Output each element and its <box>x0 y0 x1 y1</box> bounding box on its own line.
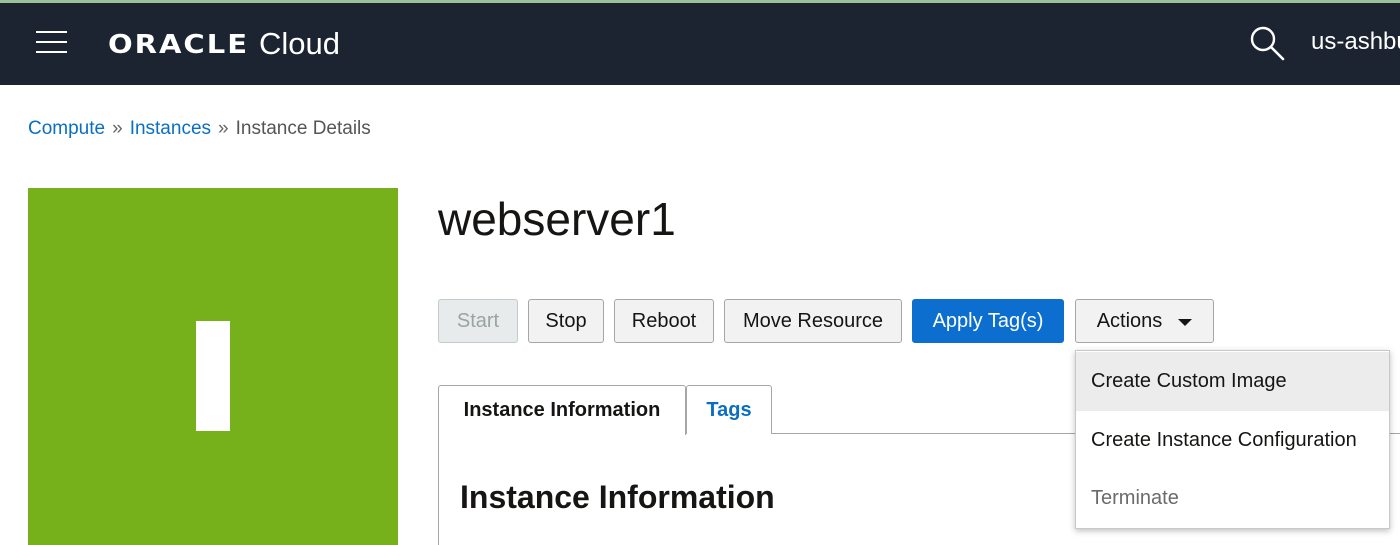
topbar-accent-line <box>0 0 1400 3</box>
section-title: Instance Information <box>460 479 775 515</box>
menu-item-create-instance-configuration[interactable]: Create Instance Configuration <box>1076 411 1389 470</box>
breadcrumb-separator: » <box>218 118 229 139</box>
tab-tags[interactable]: Tags <box>686 385 772 434</box>
actions-dropdown-button[interactable]: Actions <box>1075 299 1214 343</box>
logo-product: Cloud <box>259 26 340 61</box>
breadcrumb-instances[interactable]: Instances <box>130 118 211 139</box>
instance-avatar <box>28 188 398 545</box>
breadcrumb-separator: » <box>112 118 123 139</box>
region-selector[interactable]: us-ashbu <box>1311 28 1400 56</box>
menu-item-terminate[interactable]: Terminate <box>1076 469 1389 528</box>
avatar-letter-i <box>196 321 230 431</box>
breadcrumb-compute[interactable]: Compute <box>28 118 105 139</box>
stop-button[interactable]: Stop <box>528 299 604 343</box>
oracle-cloud-logo[interactable]: ORACLE Cloud <box>108 24 340 64</box>
breadcrumb-current: Instance Details <box>235 118 371 139</box>
tab-instance-information[interactable]: Instance Information <box>438 385 686 435</box>
actions-button-label: Actions <box>1096 309 1163 332</box>
content-panel-border <box>438 433 439 545</box>
breadcrumb: Compute » Instances » Instance Details <box>28 118 371 140</box>
move-resource-button[interactable]: Move Resource <box>724 299 902 343</box>
hamburger-menu-icon[interactable] <box>36 31 68 55</box>
caret-down-icon <box>1178 319 1193 326</box>
actions-dropdown-menu: Create Custom Image Create Instance Conf… <box>1075 350 1390 529</box>
menu-item-create-custom-image[interactable]: Create Custom Image <box>1076 352 1389 411</box>
reboot-button[interactable]: Reboot <box>614 299 714 343</box>
top-navigation-bar: ORACLE Cloud us-ashbu <box>0 0 1400 85</box>
search-icon[interactable] <box>1249 25 1285 61</box>
logo-brand: ORACLE <box>108 29 249 59</box>
apply-tags-button[interactable]: Apply Tag(s) <box>912 299 1064 343</box>
page-title: webserver1 <box>438 193 676 245</box>
start-button[interactable]: Start <box>438 299 518 343</box>
